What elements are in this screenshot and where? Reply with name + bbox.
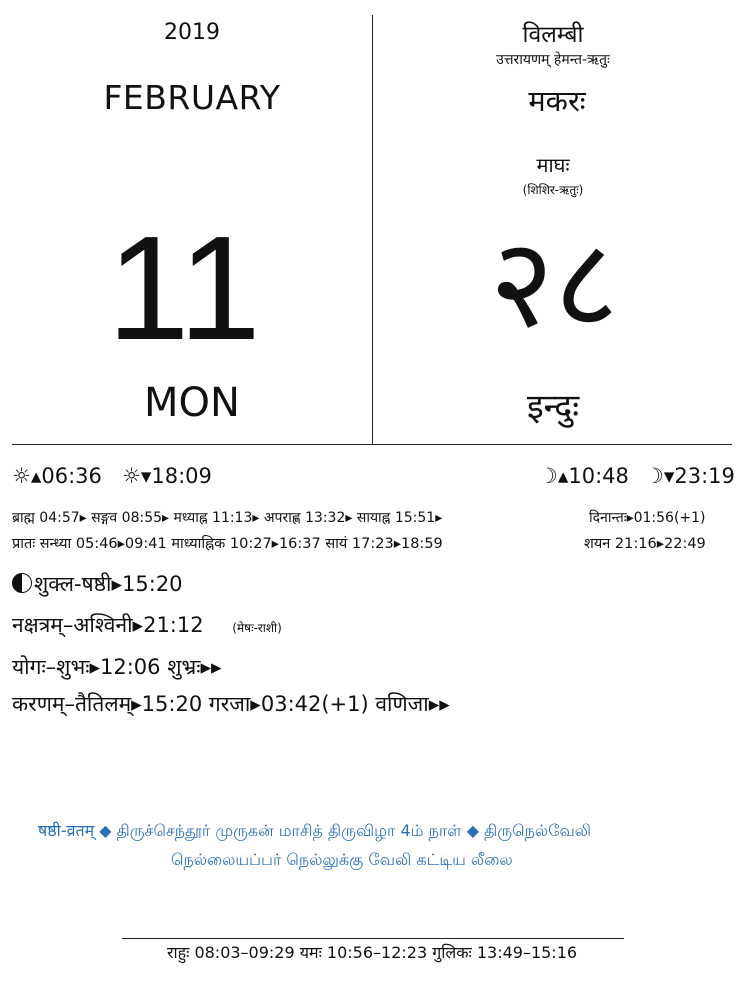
samvatsara: विलम्बी [522, 22, 584, 48]
sunset: ☼▾18:09 [122, 464, 212, 488]
horizontal-divider [12, 444, 732, 445]
solar-day-number: २८ [489, 212, 619, 356]
solar-month: मकरः [528, 84, 586, 118]
muhurta-row-1: ब्राह्म 04:57▸ सङ्गव 08:55▸ मध्याह्न 11:… [12, 510, 443, 526]
sandhya-row: प्रातः सन्ध्या 05:46▸09:41 माध्याह्निक 1… [12, 536, 443, 552]
moonset: ☽▾23:19 [645, 464, 735, 488]
festival-line-2: நெல்லையப்பர் நெல்லுக்கு வேலி கட்டிய லீலை [171, 850, 513, 869]
tithi-line: शुक्ल-षष्ठी▸15:20 [12, 570, 183, 598]
weekday: MON [144, 380, 240, 426]
tithi: शुक्ल-षष्ठी▸15:20 [34, 572, 183, 596]
karana: करणम्–तैतिलम्▸15:20 गरजा▸03:42(+1) वणिजा… [12, 692, 450, 716]
ayana-ritu: उत्तरायणम् हेमन्त-ऋतुः [496, 52, 610, 68]
vara: इन्दुः [526, 387, 580, 427]
vertical-divider [372, 15, 373, 444]
shayana: शयन 21:16▸22:49 [584, 536, 706, 552]
year: 2019 [164, 20, 220, 45]
sunrise: ☼▴06:36 [12, 464, 102, 488]
footer-divider [122, 938, 624, 939]
half-moon-icon [12, 573, 32, 593]
yoga: योगः–शुभः▸12:06 शुभ्रः▸▸ [12, 655, 222, 679]
lunar-month: माघः [536, 153, 570, 177]
festival-line-1: षष्ठी-व्रतम् ◆ திருச்செந்தூர் முருகன் மா… [38, 821, 592, 840]
nakshatra-line: नक्षत्रम्–अश्विनी▸21:12 (मेषः-राशी) [12, 611, 282, 639]
rashi: (मेषः-राशी) [232, 621, 282, 635]
lunar-ritu: (शिशिर-ऋतुः) [522, 183, 584, 197]
dinanta: दिनान्तः▸01:56(+1) [589, 510, 706, 526]
moonrise: ☽▴10:48 [539, 464, 629, 488]
inauspicious-times: राहुः 08:03–09:29 यमः 10:56–12:23 गुलिकः… [166, 943, 578, 962]
month: FEBRUARY [103, 78, 281, 117]
day-number: 11 [107, 206, 261, 371]
nakshatra: नक्षत्रम्–अश्विनी▸21:12 [12, 613, 204, 637]
